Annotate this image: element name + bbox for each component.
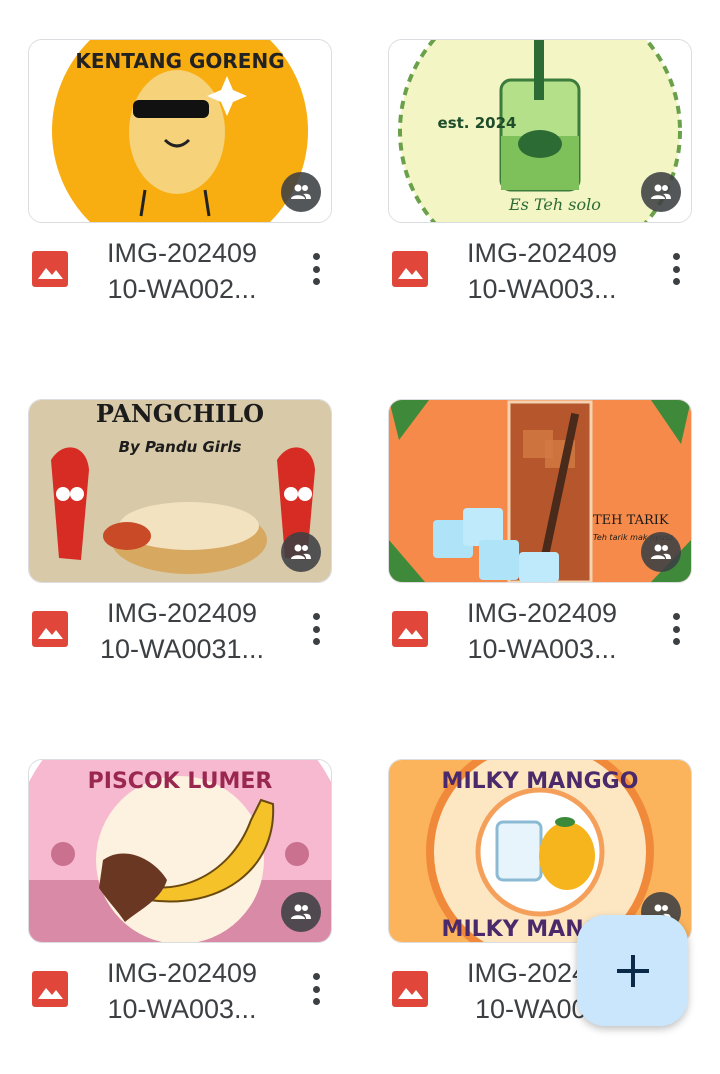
file-thumbnail[interactable]: TEH TARIK Teh tarik mak nyuss	[388, 399, 692, 583]
image-file-icon	[392, 611, 428, 647]
shared-icon	[641, 532, 681, 572]
shared-icon	[281, 532, 321, 572]
more-options-icon[interactable]	[304, 971, 328, 1007]
image-file-icon	[32, 611, 68, 647]
thumb-title: PISCOK LUMER	[88, 769, 273, 794]
file-thumbnail[interactable]: PISCOK LUMER	[28, 759, 332, 943]
more-options-icon[interactable]	[664, 611, 688, 647]
more-options-icon[interactable]	[304, 251, 328, 287]
new-file-fab-button[interactable]	[577, 915, 688, 1026]
plus-icon	[616, 954, 649, 987]
file-name: IMG-202409 10-WA003...	[466, 238, 618, 304]
image-file-icon	[392, 971, 428, 1007]
file-name: IMG-202409 10-WA002...	[106, 238, 258, 304]
more-options-icon[interactable]	[664, 251, 688, 287]
file-thumbnail[interactable]: KENTANG GORENG	[28, 39, 332, 223]
thumb-subtitle: By Pandu Girls	[119, 438, 242, 456]
file-thumbnail[interactable]: PANGCHILO By Pandu Girls	[28, 399, 332, 583]
image-file-icon	[32, 971, 68, 1007]
shared-icon	[281, 172, 321, 212]
shared-icon	[281, 892, 321, 932]
file-name: IMG-202409 10-WA003...	[466, 598, 618, 664]
file-thumbnail[interactable]: est. 2024 Es Teh solo	[388, 39, 692, 223]
image-file-icon	[392, 251, 428, 287]
thumb-title: PANGCHILO	[96, 400, 264, 428]
image-file-icon	[32, 251, 68, 287]
file-name: IMG-202409 10-WA003...	[106, 958, 258, 1024]
file-name: IMG-202409 10-WA0031...	[99, 598, 265, 664]
shared-icon	[641, 172, 681, 212]
thumb-title: TEH TARIK	[593, 513, 669, 528]
svg-text:Es Teh solo: Es Teh solo	[508, 195, 601, 214]
more-options-icon[interactable]	[304, 611, 328, 647]
thumb-title: est. 2024	[438, 114, 517, 132]
thumb-title: MILKY MANGGO	[442, 769, 639, 794]
thumb-title: KENTANG GORENG	[75, 49, 284, 73]
